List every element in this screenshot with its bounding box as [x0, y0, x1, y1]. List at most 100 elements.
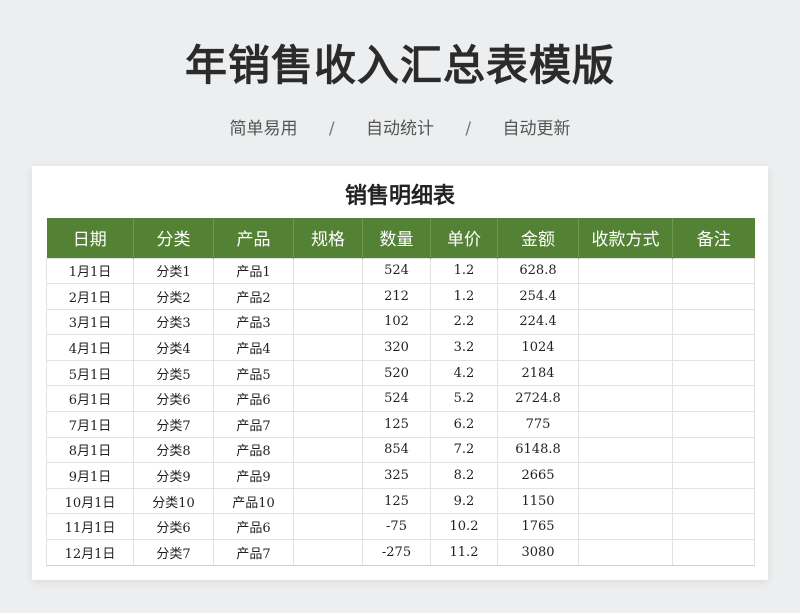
cell-payment-method[interactable]: [578, 359, 673, 387]
cell-product[interactable]: 产品10: [213, 487, 294, 515]
cell-product[interactable]: 产品9: [213, 462, 294, 489]
cell-unit-price[interactable]: 9.2: [430, 487, 498, 515]
cell-unit-price[interactable]: 5.2: [430, 385, 498, 413]
cell-unit-price[interactable]: 4.2: [430, 359, 498, 387]
cell-date[interactable]: 9月1日: [46, 462, 134, 489]
cell-spec[interactable]: [293, 539, 363, 566]
cell-category[interactable]: 分类10: [133, 487, 214, 515]
cell-amount[interactable]: 6148.8: [497, 436, 579, 464]
cell-category[interactable]: 分类1: [133, 257, 214, 285]
cell-quantity[interactable]: 125: [362, 487, 431, 515]
cell-product[interactable]: 产品5: [213, 359, 294, 387]
cell-spec[interactable]: [293, 385, 363, 413]
cell-date[interactable]: 4月1日: [46, 334, 134, 361]
cell-category[interactable]: 分类9: [133, 462, 214, 489]
cell-unit-price[interactable]: 1.2: [430, 257, 498, 285]
cell-spec[interactable]: [293, 283, 363, 310]
cell-spec[interactable]: [293, 334, 363, 361]
cell-category[interactable]: 分类2: [133, 283, 214, 310]
cell-category[interactable]: 分类8: [133, 436, 214, 464]
cell-unit-price[interactable]: 3.2: [430, 334, 498, 361]
cell-product[interactable]: 产品7: [213, 539, 294, 566]
cell-category[interactable]: 分类6: [133, 385, 214, 413]
cell-quantity[interactable]: -275: [362, 539, 431, 566]
cell-date[interactable]: 12月1日: [46, 539, 134, 566]
cell-category[interactable]: 分类3: [133, 308, 214, 336]
cell-payment-method[interactable]: [578, 257, 673, 285]
cell-remark[interactable]: [672, 513, 755, 541]
cell-payment-method[interactable]: [578, 385, 673, 413]
cell-remark[interactable]: [672, 359, 755, 387]
cell-amount[interactable]: 254.4: [497, 283, 579, 310]
cell-spec[interactable]: [293, 436, 363, 464]
cell-payment-method[interactable]: [578, 308, 673, 336]
cell-payment-method[interactable]: [578, 487, 673, 515]
cell-product[interactable]: 产品3: [213, 308, 294, 336]
cell-spec[interactable]: [293, 487, 363, 515]
cell-quantity[interactable]: 102: [362, 308, 431, 336]
cell-product[interactable]: 产品6: [213, 513, 294, 541]
cell-quantity[interactable]: 520: [362, 359, 431, 387]
cell-amount[interactable]: 2665: [497, 462, 579, 489]
cell-unit-price[interactable]: 10.2: [430, 513, 498, 541]
cell-category[interactable]: 分类7: [133, 411, 214, 438]
cell-product[interactable]: 产品2: [213, 283, 294, 310]
cell-payment-method[interactable]: [578, 334, 673, 361]
cell-amount[interactable]: 1024: [497, 334, 579, 361]
cell-quantity[interactable]: 524: [362, 257, 431, 285]
cell-unit-price[interactable]: 11.2: [430, 539, 498, 566]
cell-category[interactable]: 分类5: [133, 359, 214, 387]
cell-remark[interactable]: [672, 411, 755, 438]
cell-unit-price[interactable]: 6.2: [430, 411, 498, 438]
cell-amount[interactable]: 775: [497, 411, 579, 438]
cell-date[interactable]: 3月1日: [46, 308, 134, 336]
cell-product[interactable]: 产品7: [213, 411, 294, 438]
cell-remark[interactable]: [672, 334, 755, 361]
cell-amount[interactable]: 224.4: [497, 308, 579, 336]
cell-remark[interactable]: [672, 539, 755, 566]
cell-date[interactable]: 11月1日: [46, 513, 134, 541]
cell-category[interactable]: 分类7: [133, 539, 214, 566]
cell-amount[interactable]: 1150: [497, 487, 579, 515]
cell-date[interactable]: 10月1日: [46, 487, 134, 515]
cell-amount[interactable]: 2184: [497, 359, 579, 387]
cell-spec[interactable]: [293, 359, 363, 387]
cell-payment-method[interactable]: [578, 539, 673, 566]
cell-date[interactable]: 2月1日: [46, 283, 134, 310]
cell-date[interactable]: 5月1日: [46, 359, 134, 387]
cell-category[interactable]: 分类4: [133, 334, 214, 361]
cell-unit-price[interactable]: 2.2: [430, 308, 498, 336]
cell-quantity[interactable]: 854: [362, 436, 431, 464]
cell-quantity[interactable]: 212: [362, 283, 431, 310]
cell-payment-method[interactable]: [578, 513, 673, 541]
cell-payment-method[interactable]: [578, 462, 673, 489]
cell-payment-method[interactable]: [578, 436, 673, 464]
cell-amount[interactable]: 3080: [497, 539, 579, 566]
cell-spec[interactable]: [293, 462, 363, 489]
cell-remark[interactable]: [672, 487, 755, 515]
cell-date[interactable]: 6月1日: [46, 385, 134, 413]
cell-remark[interactable]: [672, 436, 755, 464]
cell-date[interactable]: 8月1日: [46, 436, 134, 464]
cell-category[interactable]: 分类6: [133, 513, 214, 541]
cell-product[interactable]: 产品8: [213, 436, 294, 464]
cell-remark[interactable]: [672, 462, 755, 489]
cell-quantity[interactable]: 325: [362, 462, 431, 489]
cell-quantity[interactable]: 524: [362, 385, 431, 413]
cell-quantity[interactable]: 320: [362, 334, 431, 361]
cell-remark[interactable]: [672, 385, 755, 413]
cell-unit-price[interactable]: 8.2: [430, 462, 498, 489]
cell-amount[interactable]: 1765: [497, 513, 579, 541]
cell-payment-method[interactable]: [578, 283, 673, 310]
cell-date[interactable]: 1月1日: [46, 257, 134, 285]
cell-spec[interactable]: [293, 513, 363, 541]
cell-unit-price[interactable]: 1.2: [430, 283, 498, 310]
cell-quantity[interactable]: -75: [362, 513, 431, 541]
cell-quantity[interactable]: 125: [362, 411, 431, 438]
cell-date[interactable]: 7月1日: [46, 411, 134, 438]
cell-product[interactable]: 产品6: [213, 385, 294, 413]
cell-spec[interactable]: [293, 257, 363, 285]
cell-remark[interactable]: [672, 257, 755, 285]
cell-product[interactable]: 产品4: [213, 334, 294, 361]
cell-remark[interactable]: [672, 283, 755, 310]
